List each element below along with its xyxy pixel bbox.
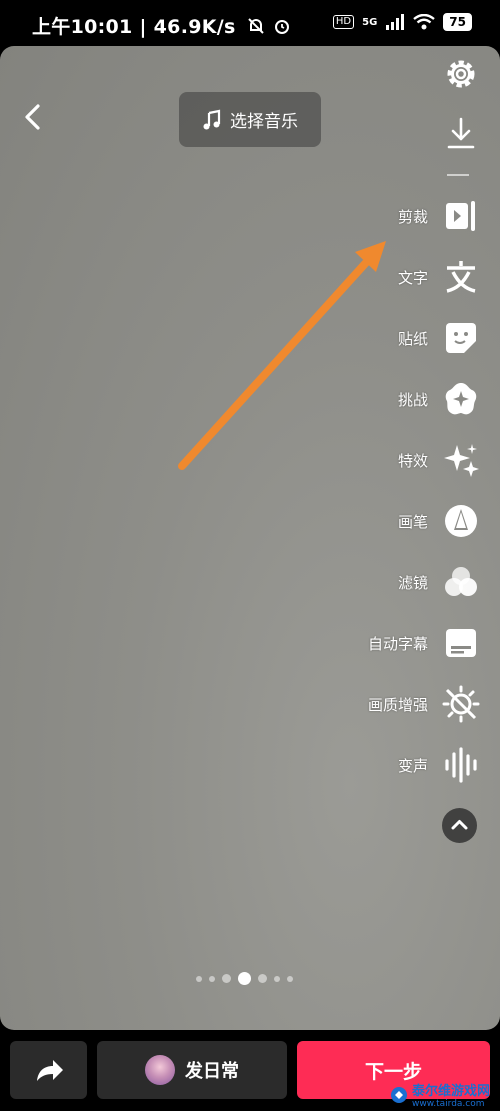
status-bar: 上午10:01 | 46.9K/s HD 5G 75	[0, 0, 500, 46]
page-dot	[287, 975, 293, 982]
signal-icon	[386, 14, 405, 30]
network-type: 5G	[362, 16, 378, 28]
watermark-logo-icon	[390, 1086, 407, 1103]
bottom-bar: 发日常 下一步 泰尔维游戏网 www.tairda.com	[0, 1030, 500, 1111]
post-daily-button[interactable]: 发日常	[97, 1041, 287, 1099]
status-time-speed: 上午10:01 | 46.9K/s	[32, 12, 291, 39]
page-indicator	[196, 972, 293, 985]
status-right: HD 5G 75	[332, 13, 472, 31]
watermark-site-name: 泰尔维游戏网	[411, 1084, 490, 1099]
watermark-site-url: www.tairda.com	[411, 1099, 485, 1109]
hd-badge: HD	[332, 15, 355, 29]
page-dot	[209, 975, 215, 982]
watermark-text: 泰尔维游戏网 www.tairda.com	[412, 1080, 490, 1109]
post-daily-label: 发日常	[185, 1061, 239, 1082]
share-arrow-icon	[37, 1060, 63, 1081]
page-dot	[258, 974, 267, 983]
mute-bell-icon	[247, 18, 264, 34]
annotation-arrow	[178, 241, 386, 470]
page-dot	[222, 974, 231, 983]
avatar	[145, 1055, 175, 1085]
status-left-text: 上午10:01 | 46.9K/s	[32, 16, 236, 38]
wifi-icon	[413, 14, 436, 30]
page-dot	[274, 975, 280, 982]
page-dot-active	[238, 972, 251, 985]
watermark: 泰尔维游戏网 www.tairda.com	[390, 1080, 490, 1109]
share-button[interactable]	[10, 1041, 87, 1099]
alarm-icon	[275, 20, 290, 34]
battery-level: 75	[443, 13, 472, 31]
video-preview[interactable]: 选择音乐 剪裁 文字 贴纸 挑战 特效 画笔 滤镜 自动字幕 画质增强 变声	[0, 46, 500, 1030]
page-dot	[196, 975, 202, 982]
